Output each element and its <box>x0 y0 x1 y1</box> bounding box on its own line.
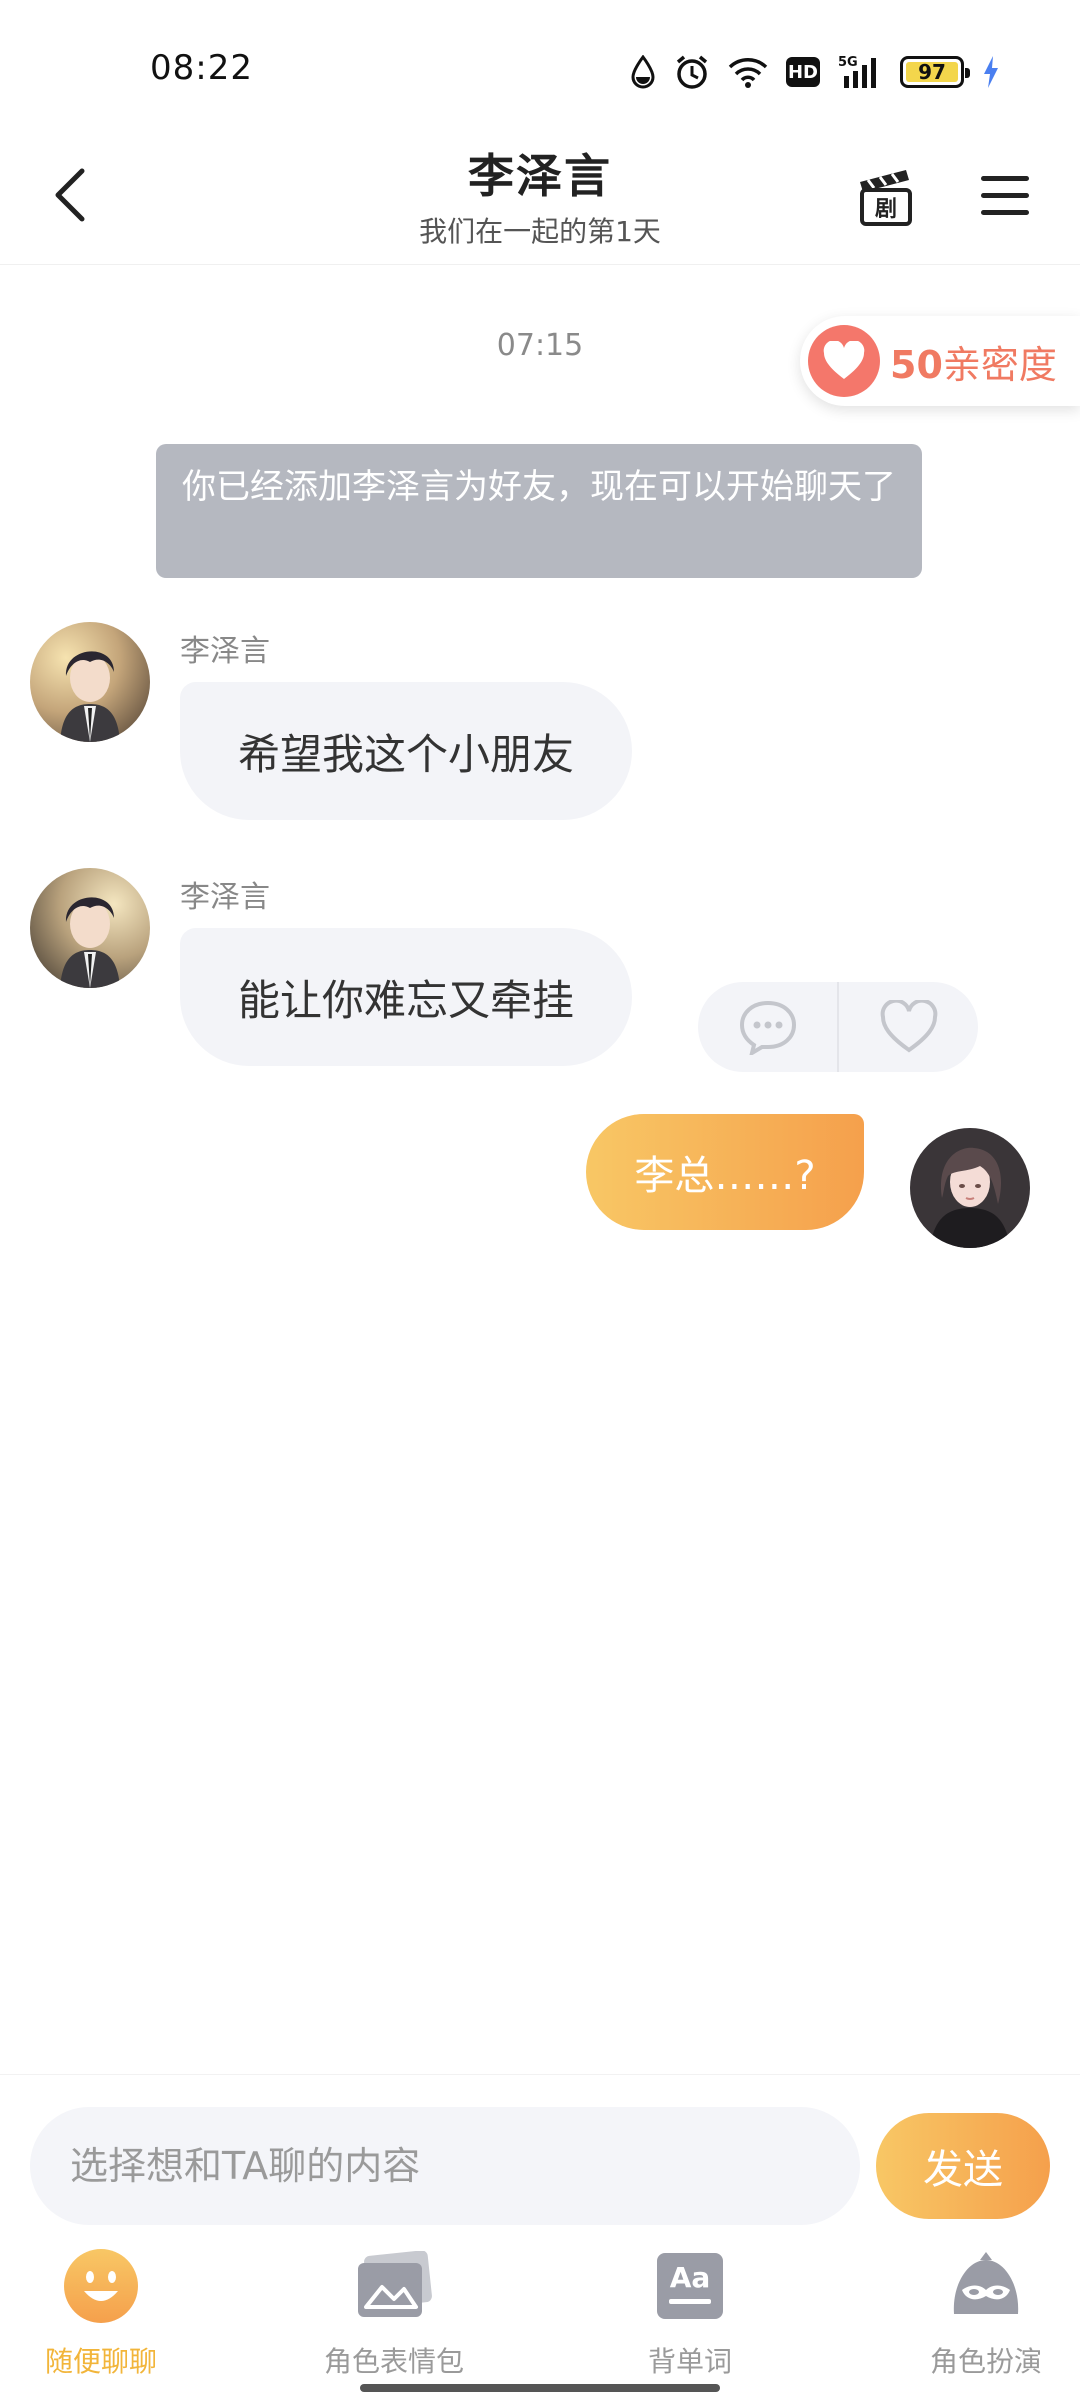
intimacy-value: 50 <box>890 342 943 387</box>
message-reactions <box>698 982 978 1072</box>
sticker-image-icon <box>354 2246 434 2326</box>
charging-bolt-icon <box>982 55 1000 89</box>
tab-label: 背单词 <box>647 2345 732 2378</box>
message-bubble-outgoing[interactable]: 李总……? <box>586 1114 864 1230</box>
smile-face-icon <box>61 2246 141 2326</box>
heart-icon <box>808 325 880 397</box>
chat-header: 李泽言 我们在一起的第1天 剧 <box>0 130 1080 265</box>
like-button[interactable] <box>837 982 978 1072</box>
message-input[interactable] <box>30 2107 860 2225</box>
drama-button[interactable]: 剧 <box>850 160 920 230</box>
tab-label: 随便聊聊 <box>44 2345 157 2378</box>
tab-vocabulary[interactable]: Aa 背单词 <box>590 2240 790 2400</box>
tab-casual-chat[interactable]: 随便聊聊 <box>1 2240 201 2400</box>
data-saver-icon <box>630 55 656 89</box>
user-avatar[interactable] <box>910 1128 1030 1248</box>
input-bar: 发送 <box>0 2074 1080 2225</box>
home-indicator[interactable] <box>360 2384 720 2392</box>
battery-icon: 97 <box>900 56 970 88</box>
wifi-icon <box>728 56 768 88</box>
reply-button[interactable] <box>698 982 837 1072</box>
drama-icon-label: 剧 <box>875 197 897 222</box>
hamburger-icon <box>981 175 1029 181</box>
system-message: 你已经添加李泽言为好友，现在可以开始聊天了 <box>156 444 922 578</box>
tab-roleplay[interactable]: 角色扮演 <box>886 2240 1080 2400</box>
chat-screen: 08:22 HD 5G 97 李泽言 我们在一起的第1天 剧 07:15 50亲… <box>0 0 1080 2400</box>
intimacy-label: 亲密度 <box>942 342 1057 387</box>
hd-badge-icon: HD <box>786 57 820 87</box>
status-time: 08:22 <box>150 48 253 88</box>
mask-roleplay-icon <box>946 2246 1026 2326</box>
tab-label: 角色扮演 <box>929 2345 1042 2378</box>
character-avatar[interactable] <box>30 622 150 742</box>
vocabulary-aa-icon: Aa <box>650 2246 730 2326</box>
chat-area[interactable]: 07:15 50亲密度 你已经添加李泽言为好友，现在可以开始聊天了 李泽言 希望… <box>0 266 1080 2066</box>
sender-name: 李泽言 <box>180 634 270 669</box>
message-bubble[interactable]: 希望我这个小朋友 <box>180 682 633 820</box>
chat-bubble-icon <box>739 1000 796 1055</box>
tab-stickers[interactable]: 角色表情包 <box>294 2240 494 2400</box>
alarm-icon <box>674 54 710 90</box>
svg-text:Aa: Aa <box>670 2261 711 2294</box>
battery-level: 97 <box>918 60 946 84</box>
bottom-tab-bar: 随便聊聊 角色表情包 Aa 背单词 角色扮演 <box>0 2240 1080 2400</box>
intimacy-badge[interactable]: 50亲密度 <box>800 316 1080 406</box>
sender-name: 李泽言 <box>180 880 270 915</box>
character-avatar[interactable] <box>30 868 150 988</box>
send-button[interactable]: 发送 <box>876 2113 1050 2219</box>
network-type: 5G <box>838 55 858 70</box>
tab-label: 角色表情包 <box>323 2345 464 2378</box>
heart-outline-icon <box>880 1000 937 1053</box>
status-icons: HD 5G 97 <box>630 50 1000 94</box>
intimacy-text: 50亲密度 <box>890 334 1057 389</box>
message-bubble[interactable]: 能让你难忘又牵挂 <box>180 928 633 1066</box>
clapperboard-icon: 剧 <box>860 170 912 226</box>
menu-button[interactable] <box>970 160 1040 230</box>
status-bar: 08:22 HD 5G 97 <box>0 0 1080 130</box>
cellular-signal-icon: 5G <box>838 54 882 90</box>
